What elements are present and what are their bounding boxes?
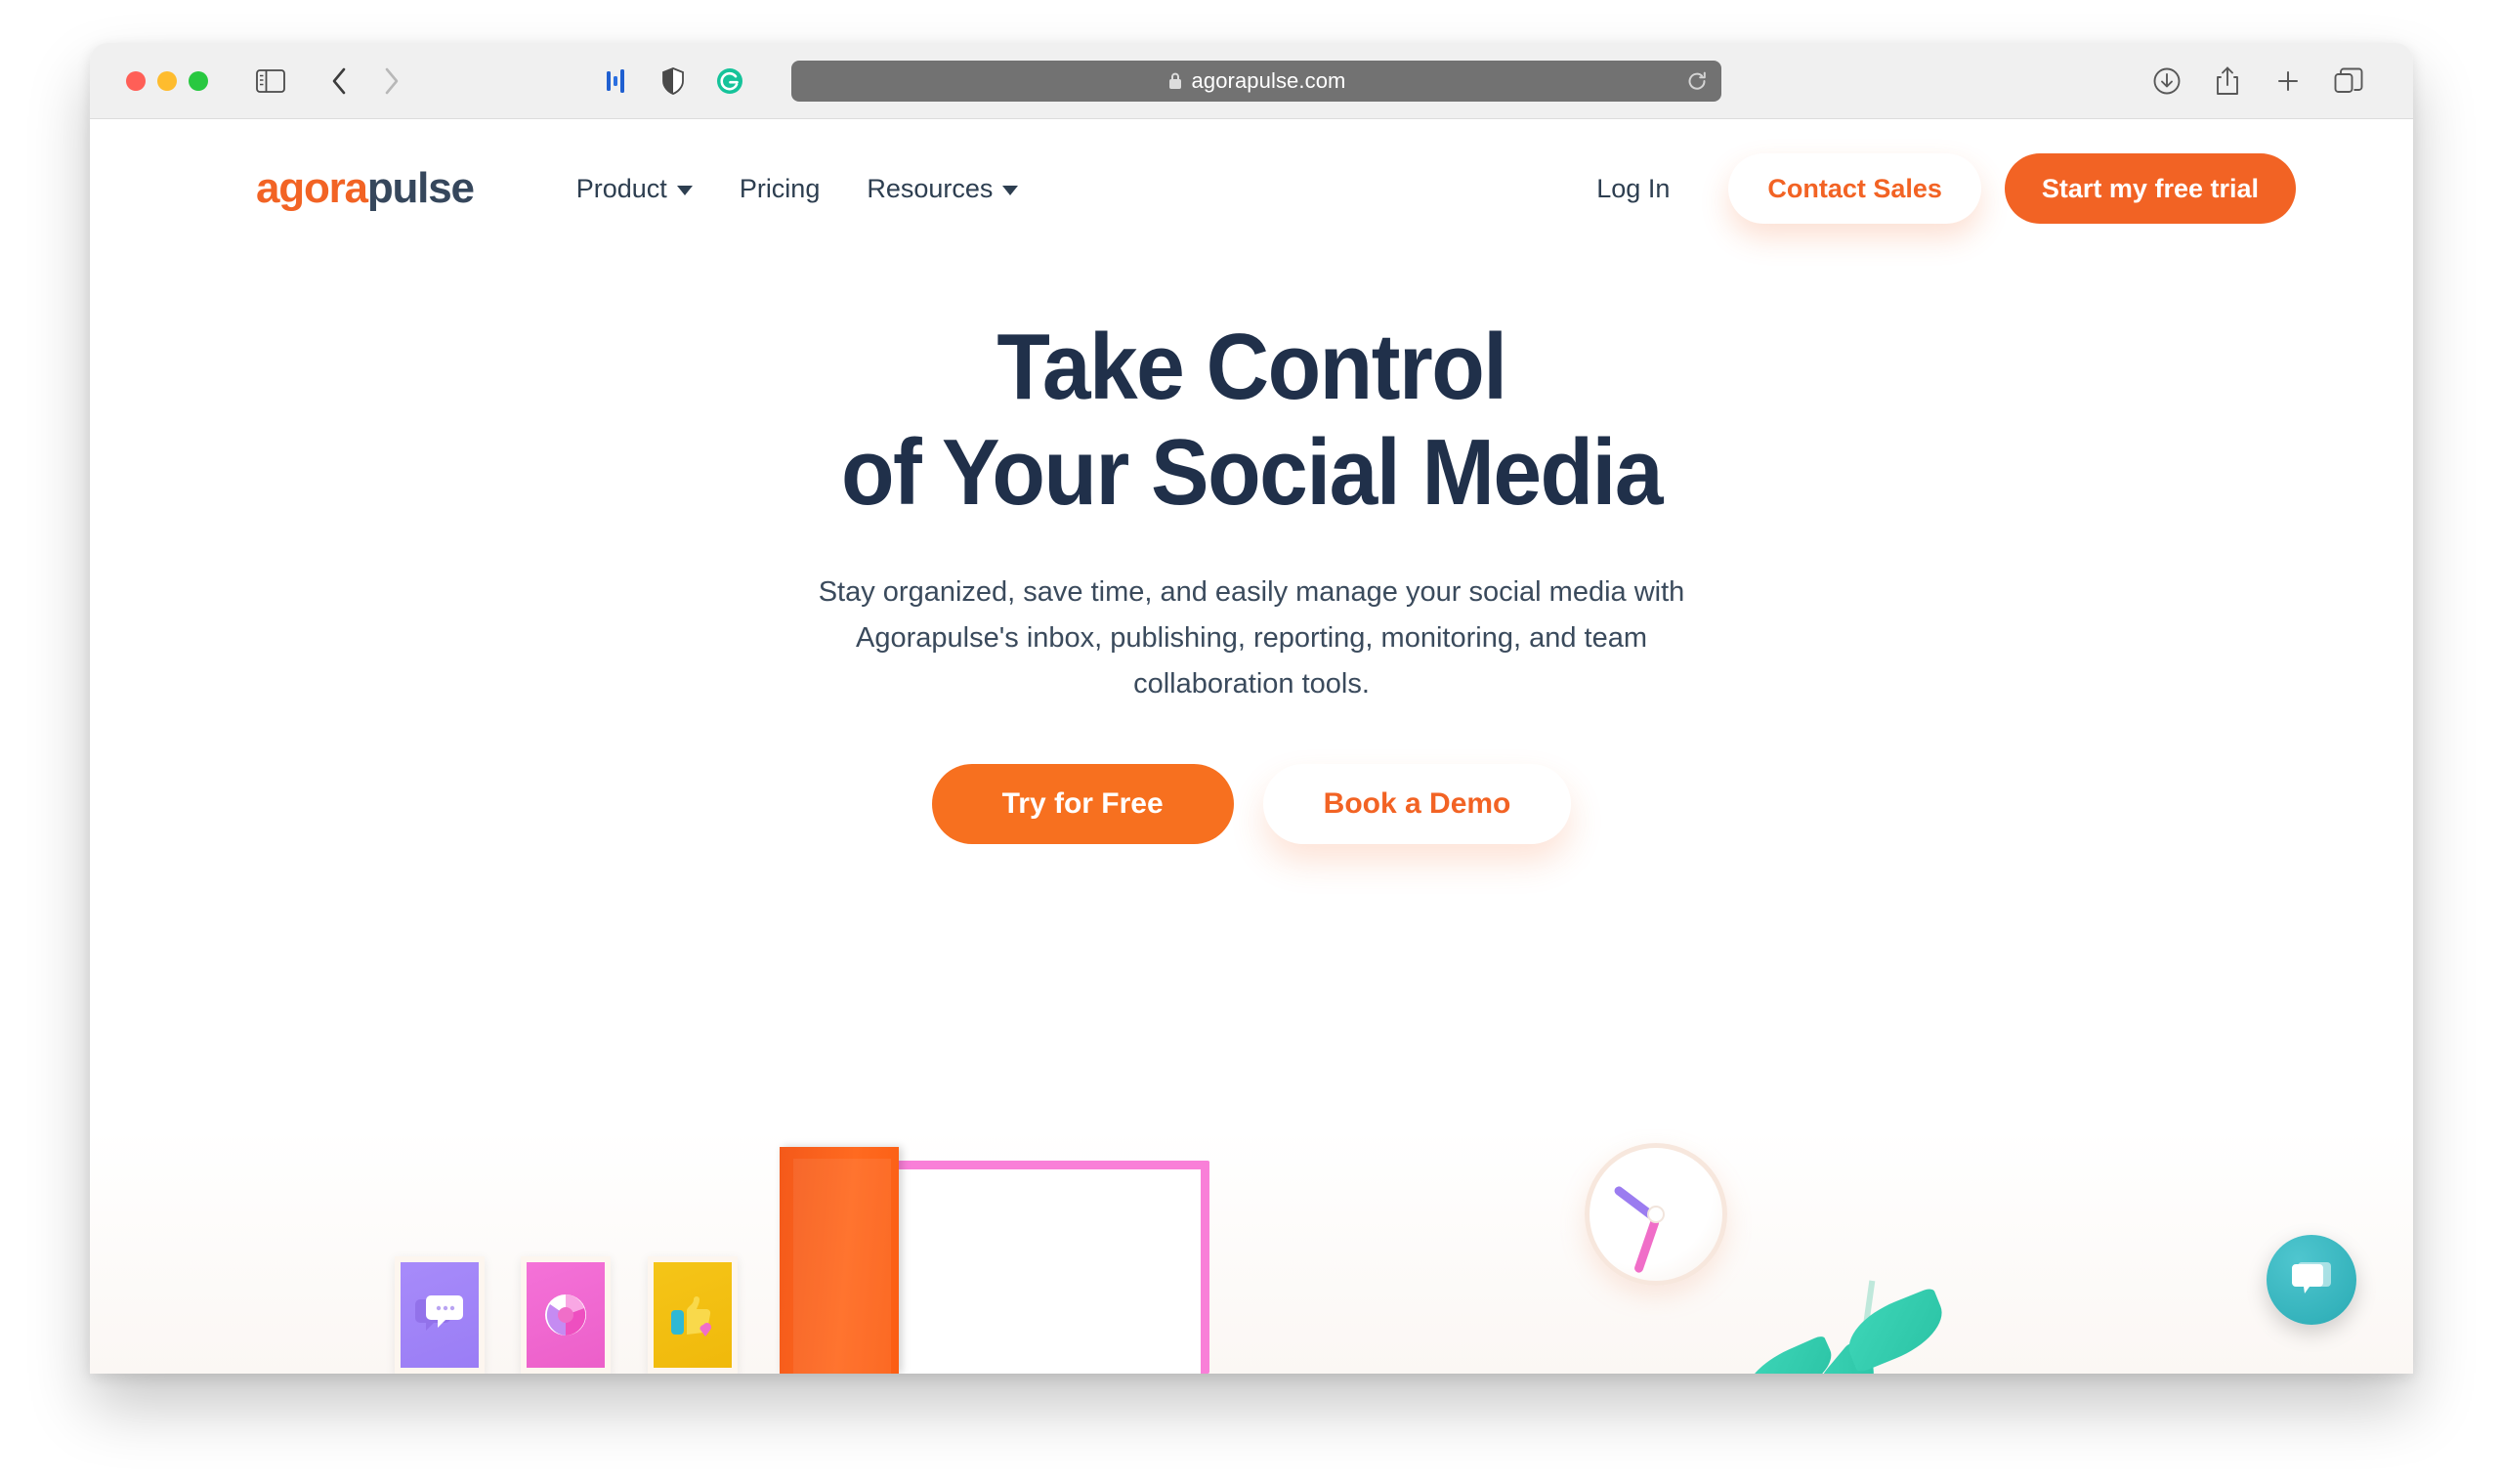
chat-widget-button[interactable]	[2267, 1235, 2356, 1325]
open-door	[780, 1147, 899, 1374]
thumbs-up-poster	[648, 1256, 738, 1374]
nav-label-resources: Resources	[867, 173, 994, 203]
clock-center-pin	[1649, 1208, 1663, 1221]
plant-leaf	[1838, 1286, 1953, 1374]
forward-arrow-icon[interactable]	[370, 60, 413, 103]
book-a-demo-button[interactable]: Book a Demo	[1262, 763, 1572, 844]
downloads-icon[interactable]	[2145, 60, 2188, 103]
extension-bars-icon[interactable]	[595, 60, 638, 103]
sidebar-icon[interactable]	[249, 60, 292, 103]
chat-bubble-icon	[2292, 1262, 2331, 1293]
lock-icon	[1168, 72, 1181, 89]
page-title: Take Control of Your Social Media	[171, 315, 2332, 525]
url-text: agorapulse.com	[1191, 67, 1346, 93]
traffic-lights	[126, 70, 208, 91]
plant-illustration	[1737, 1247, 1956, 1374]
web-page: agorapulse Product Pricing Resources Log…	[90, 119, 2413, 1374]
new-tab-icon[interactable]	[2267, 60, 2310, 103]
thumbs-up-icon	[671, 1296, 712, 1336]
nav-item-product[interactable]: Product	[553, 164, 716, 214]
address-bar[interactable]: agorapulse.com	[791, 60, 1721, 102]
browser-window: agorapulse.com agorapulse Product Pricin…	[90, 43, 2413, 1374]
nav-item-resources[interactable]: Resources	[843, 164, 1041, 214]
shield-icon[interactable]	[652, 60, 695, 103]
minimize-window-button[interactable]	[157, 70, 177, 91]
grammarly-icon[interactable]	[708, 60, 751, 103]
site-header: agorapulse Product Pricing Resources Log…	[90, 119, 2413, 258]
login-link[interactable]: Log In	[1577, 164, 1689, 214]
tab-overview-icon[interactable]	[2327, 60, 2370, 103]
contact-sales-button[interactable]: Contact Sales	[1728, 153, 1981, 224]
extension-icons	[595, 60, 751, 103]
screenshot-root: agorapulse.com agorapulse Product Pricin…	[0, 0, 2501, 1484]
nav-label-product: Product	[575, 173, 667, 203]
nav-item-pricing[interactable]: Pricing	[716, 164, 844, 214]
logo-part-pulse: pulse	[366, 164, 475, 212]
clock-minute-hand	[1632, 1217, 1661, 1274]
try-for-free-button[interactable]: Try for Free	[931, 763, 1234, 844]
speech-bubbles-poster	[395, 1256, 485, 1374]
chevron-down-icon	[676, 186, 693, 195]
wall-clock	[1585, 1143, 1727, 1286]
pie-chart-icon	[545, 1294, 586, 1336]
close-window-button[interactable]	[126, 70, 146, 91]
back-arrow-icon[interactable]	[318, 60, 360, 103]
door-frame	[877, 1161, 1209, 1374]
share-icon[interactable]	[2206, 60, 2249, 103]
hero-cta-group: Try for Free Book a Demo	[90, 763, 2413, 844]
zoom-window-button[interactable]	[189, 70, 208, 91]
toolbar-right-tools	[2145, 60, 2370, 103]
start-free-trial-button[interactable]: Start my free trial	[2004, 153, 2296, 224]
hero-subtitle: Stay organized, save time, and easily ma…	[818, 576, 1685, 700]
header-actions: Log In Contact Sales Start my free trial	[1577, 153, 2296, 224]
hero-title-line-2: of Your Social Media	[840, 419, 1664, 525]
nav-label-pricing: Pricing	[739, 173, 821, 203]
speech-bubble-icon	[415, 1295, 463, 1331]
url-display: agorapulse.com	[1167, 68, 1346, 94]
reload-icon[interactable]	[1682, 66, 1712, 96]
chevron-down-icon	[1002, 186, 1019, 195]
plant-leaf	[1737, 1334, 1841, 1374]
browser-toolbar: agorapulse.com	[90, 43, 2413, 119]
main-navigation: Product Pricing Resources	[553, 164, 1042, 214]
hero-title-line-1: Take Control	[996, 315, 1507, 419]
pie-chart-poster	[521, 1256, 611, 1374]
logo-part-agora: agora	[256, 164, 368, 212]
hero-section: Take Control of Your Social Media Stay o…	[90, 258, 2413, 844]
agorapulse-logo[interactable]: agorapulse	[256, 164, 475, 212]
hero-illustration	[90, 1129, 2413, 1374]
